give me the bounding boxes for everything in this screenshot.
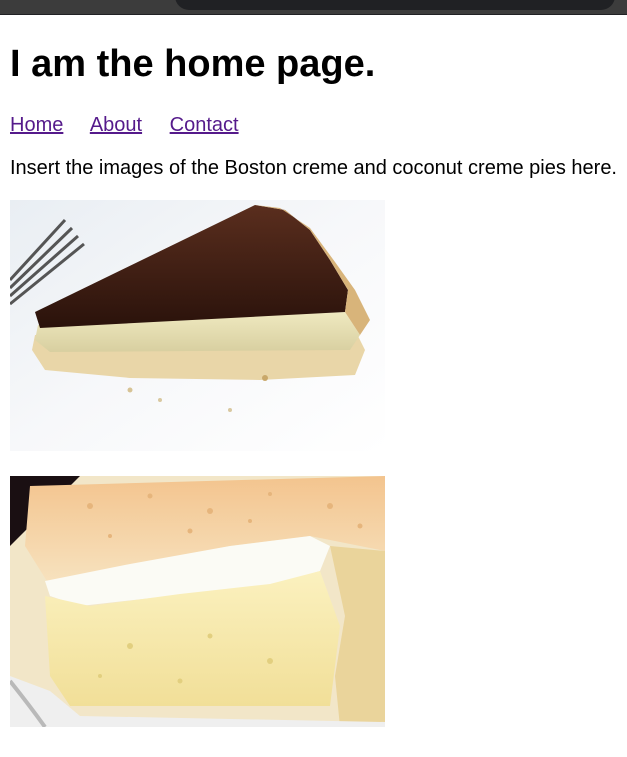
page-title: I am the home page. (10, 43, 376, 85)
browser-tab-edge (175, 0, 615, 10)
boston-creme-pie-photo (10, 200, 385, 451)
nav-link-about[interactable]: About (90, 114, 142, 136)
nav-link-contact[interactable]: Contact (170, 114, 239, 136)
nav-link-home[interactable]: Home (10, 114, 63, 136)
coconut-creme-pie-photo (10, 476, 385, 727)
main-nav: Home About Contact (10, 113, 261, 137)
browser-chrome-strip (0, 0, 627, 15)
intro-paragraph: Insert the images of the Boston creme an… (10, 157, 617, 179)
